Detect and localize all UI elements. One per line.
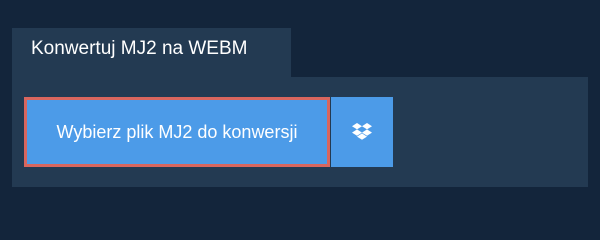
converter-tab: Konwertuj MJ2 na WEBM (12, 28, 291, 77)
dropbox-icon (352, 123, 372, 141)
tab-title: Konwertuj MJ2 na WEBM (31, 38, 248, 59)
dropbox-button[interactable] (331, 97, 393, 167)
choose-file-button-label: Wybierz plik MJ2 do konwersji (56, 121, 298, 142)
choose-file-button[interactable]: Wybierz plik MJ2 do konwersji (24, 97, 330, 167)
